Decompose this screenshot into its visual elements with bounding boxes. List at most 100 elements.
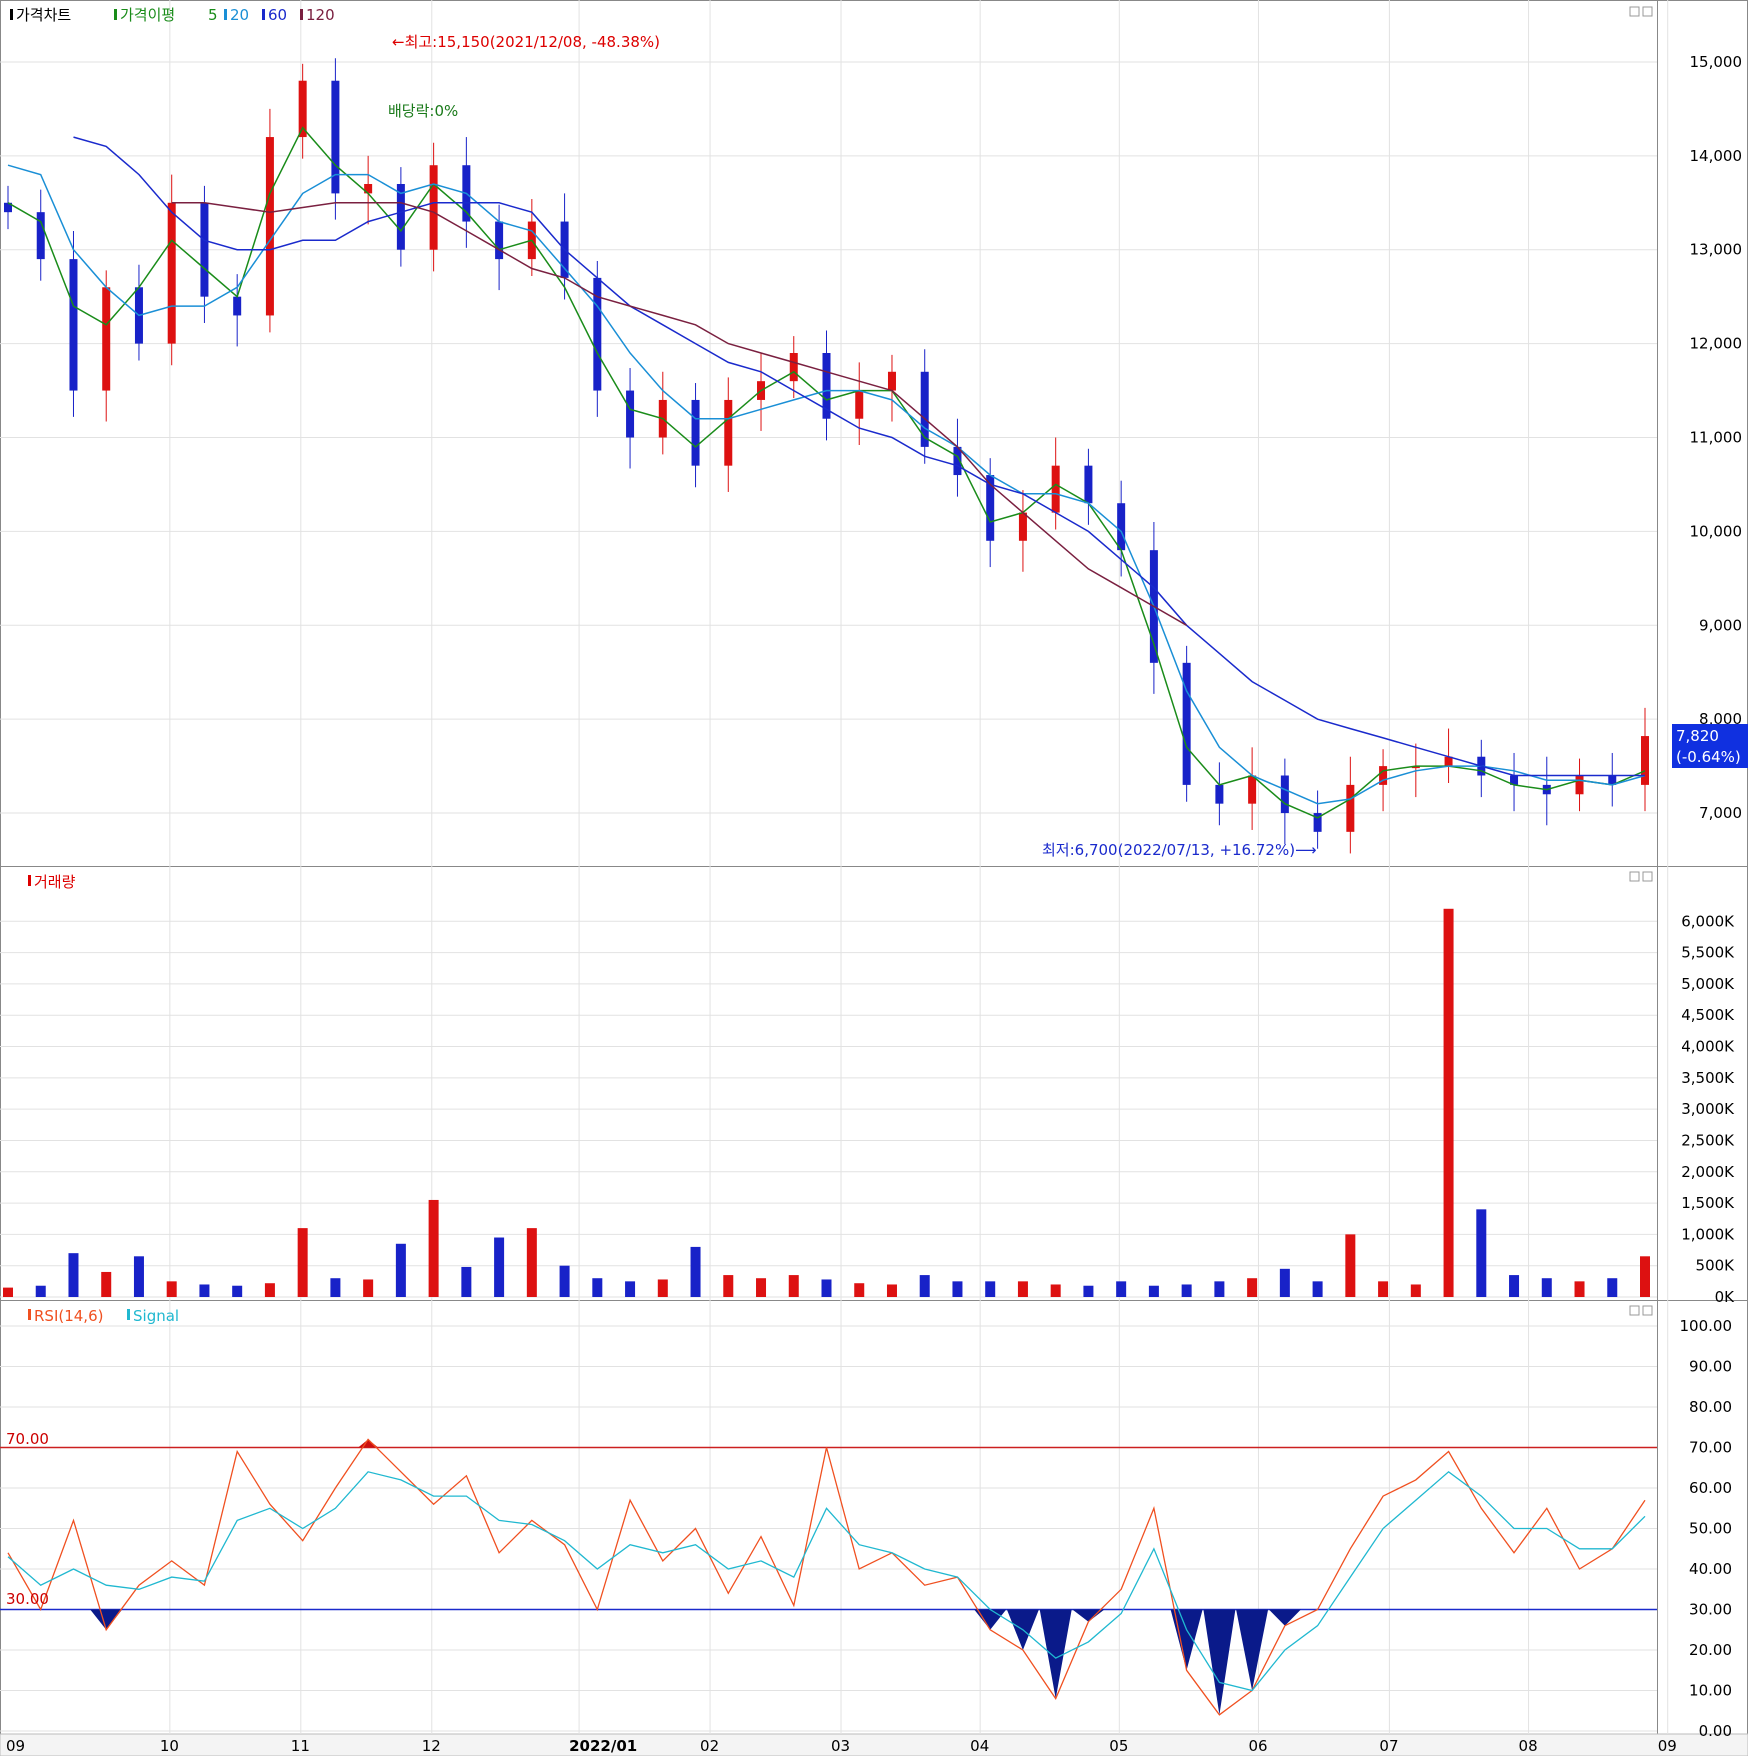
volume-y-tick-label: 2,000K [1681, 1163, 1735, 1181]
legend-signal: Signal [133, 1307, 179, 1325]
volume-y-tick-label: 4,500K [1681, 1006, 1735, 1024]
price-layer [4, 58, 1649, 854]
candle-body [1575, 775, 1584, 795]
rsi-y-tick-label: 0.00 [1699, 1722, 1732, 1740]
volume-y-tick-label: 3,000K [1681, 1100, 1735, 1118]
x-tick-label: 06 [1248, 1737, 1267, 1755]
ma-line-5 [7, 126, 1646, 819]
close-icon[interactable] [1642, 6, 1653, 17]
volume-bar [133, 1256, 144, 1297]
volume-bar [1148, 1285, 1159, 1297]
volume-bar [723, 1275, 734, 1297]
volume-bar [657, 1279, 668, 1297]
rsi-y-tick-label: 50.00 [1689, 1520, 1732, 1538]
volume-bar [264, 1283, 275, 1297]
candle-body [200, 202, 209, 297]
volume-bar [3, 1287, 13, 1297]
volume-bar [1214, 1281, 1225, 1297]
volume-bar [1640, 1256, 1650, 1297]
rsi-y-tick-label: 80.00 [1689, 1398, 1732, 1416]
x-axis-band [0, 1733, 1748, 1757]
candle-body [69, 259, 78, 391]
volume-bar [625, 1281, 636, 1297]
volume-y-tick-label: 6,000K [1681, 912, 1735, 930]
volume-bar [985, 1281, 996, 1297]
x-tick-label: 09 [1658, 1737, 1677, 1755]
ma-line-20 [7, 164, 1646, 805]
rsi-y-tick-label: 30.00 [1689, 1601, 1732, 1619]
volume-y-tick-label: 1,500K [1681, 1194, 1735, 1212]
close-icon[interactable] [1642, 1305, 1653, 1316]
candle-body [1346, 784, 1355, 832]
x-tick-label: 02 [700, 1737, 719, 1755]
rsi-layer [0, 1438, 1657, 1716]
volume-bar [1443, 908, 1454, 1297]
volume-bar [199, 1284, 210, 1297]
volume-y-tick-label: 0K [1715, 1288, 1736, 1306]
candle-body [233, 296, 242, 316]
legend-ma-120: 120 [306, 6, 335, 24]
price-panel-controls[interactable] [1629, 6, 1653, 17]
price-y-tick-label: 10,000 [1690, 522, 1743, 540]
candle-body [1051, 465, 1060, 513]
minimize-icon[interactable] [1629, 1305, 1640, 1316]
candle-body [1018, 512, 1027, 541]
volume-panel-controls[interactable] [1629, 871, 1653, 882]
candle-body [1280, 775, 1289, 814]
volume-bar [297, 1228, 308, 1297]
rsi-line-RSI146 [7, 1438, 1646, 1716]
rsi-y-tick-label: 90.00 [1689, 1358, 1732, 1376]
rsi-y-tick-label: 20.00 [1689, 1641, 1732, 1659]
volume-bar [101, 1271, 112, 1297]
last-price-value: 7,820 [1676, 727, 1719, 745]
x-tick-label: 05 [1109, 1737, 1128, 1755]
candle-body [789, 353, 798, 382]
volume-y-tick-label: 500K [1696, 1257, 1736, 1275]
candle-body [887, 371, 896, 391]
volume-y-tick-label: 2,500K [1681, 1131, 1735, 1149]
candle-body [724, 399, 733, 466]
price-y-tick-label: 12,000 [1690, 335, 1743, 353]
candle-body [1117, 503, 1126, 551]
rsi-panel-controls[interactable] [1629, 1305, 1653, 1316]
candle-body [167, 202, 176, 344]
volume-bar [1378, 1281, 1389, 1297]
last-price-change: (-0.64%) [1676, 748, 1741, 766]
minimize-icon[interactable] [1629, 6, 1640, 17]
volume-y-tick-label: 3,500K [1681, 1069, 1735, 1087]
volume-bar [1607, 1278, 1618, 1297]
volume-bar [1541, 1278, 1552, 1297]
legend-rsi: RSI(14,6) [34, 1307, 103, 1325]
volume-bar [428, 1199, 439, 1297]
volume-y-tick-label: 5,500K [1681, 944, 1735, 962]
volume-bar [395, 1243, 406, 1297]
minimize-icon[interactable] [1629, 871, 1640, 882]
ma-line-60 [73, 136, 1645, 777]
candle-body [920, 371, 929, 447]
volume-bar [494, 1237, 505, 1297]
x-tick-label: 03 [831, 1737, 850, 1755]
candle-body [495, 221, 504, 260]
volume-legend: 거래량 [28, 873, 76, 891]
volume-bar [1279, 1268, 1290, 1297]
volume-bar [68, 1253, 79, 1297]
x-tick-label: 10 [160, 1737, 179, 1755]
candle-body [1182, 662, 1191, 785]
volume-bar [1181, 1284, 1192, 1297]
rsi-line-Signal [7, 1470, 1646, 1692]
volume-bar [1574, 1281, 1585, 1297]
volume-bar [592, 1278, 603, 1297]
volume-bar [854, 1283, 865, 1297]
volume-bar [788, 1275, 799, 1297]
rsi-y-tick-label: 100.00 [1680, 1317, 1733, 1335]
volume-y-tick-label: 5,000K [1681, 975, 1735, 993]
volume-y-tick-label: 1,000K [1681, 1225, 1735, 1243]
x-tick-label: 2022/01 [569, 1737, 637, 1755]
volume-bar [1345, 1234, 1356, 1297]
close-icon[interactable] [1642, 871, 1653, 882]
x-tick-label: 12 [422, 1737, 441, 1755]
x-tick-label: 09 [6, 1737, 25, 1755]
volume-bar [886, 1284, 897, 1297]
volume-bar [461, 1266, 472, 1297]
rsi-y-tick-label: 70.00 [1689, 1439, 1732, 1457]
